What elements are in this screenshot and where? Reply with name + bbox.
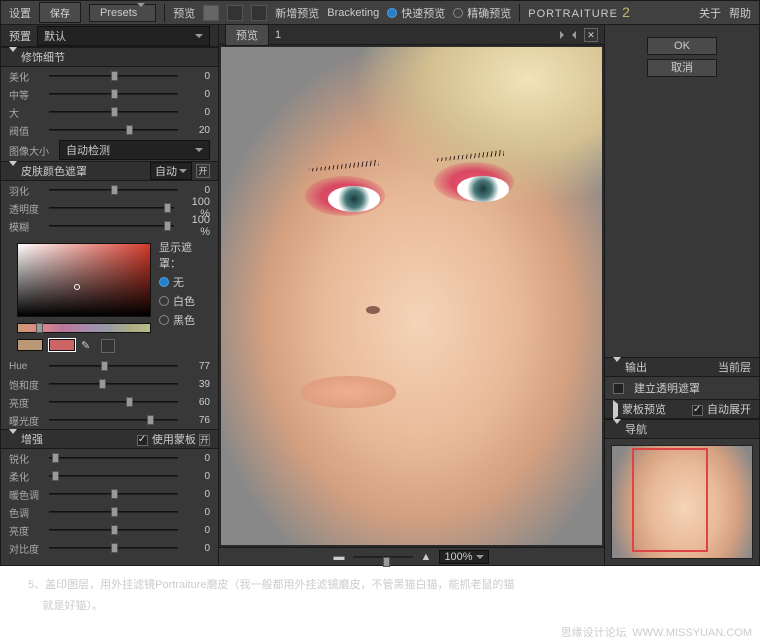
contrast-slider[interactable]: [49, 542, 178, 554]
new-preview-link[interactable]: 新增预览: [275, 5, 319, 21]
view-split-h-icon[interactable]: [227, 5, 243, 21]
brand-logo: PORTRAITURE 2: [528, 4, 631, 21]
precise-preview-radio[interactable]: 精确预览: [453, 5, 511, 21]
mask-white-radio[interactable]: 白色: [159, 293, 210, 309]
sat-slider[interactable]: [49, 378, 178, 390]
fast-preview-radio[interactable]: 快速预览: [387, 5, 445, 21]
feather-slider[interactable]: [49, 184, 178, 196]
navigator-viewport[interactable]: [632, 448, 708, 552]
top-toolbar: 设置 保存 Presets 预览 新增预览 Bracketing 快速预览 精确…: [1, 1, 759, 25]
navigator-thumbnail[interactable]: [611, 445, 753, 559]
mask-black-radio[interactable]: 黑色: [159, 312, 210, 328]
newmask-checkbox[interactable]: [613, 383, 624, 394]
hue-bar[interactable]: [17, 323, 151, 333]
help-link[interactable]: 帮助: [729, 5, 751, 21]
output-header[interactable]: 输出当前层: [605, 357, 759, 377]
sharp-slider[interactable]: [49, 452, 178, 464]
mask-none-radio[interactable]: 无: [159, 274, 210, 290]
settings-label: 设置: [9, 5, 31, 21]
cancel-button[interactable]: 取消: [647, 59, 717, 77]
preset-label: 预置: [9, 28, 31, 44]
mask-auto-dropdown[interactable]: 自动: [150, 162, 192, 180]
preview-tab[interactable]: 预览: [225, 24, 269, 46]
right-panel: OK 取消 输出当前层 建立透明遮罩 蒙板预览自动展开 导航: [604, 25, 759, 565]
zoom-dropdown[interactable]: 100%: [439, 550, 489, 564]
about-link[interactable]: 关于: [699, 5, 721, 21]
imagesize-dropdown[interactable]: 自动检测: [59, 140, 210, 160]
save-button[interactable]: 保存: [39, 2, 81, 23]
left-panel: 预置 默认 修饰细节 美化0 中等0 大0 阀值20 图像大小自动检测 皮肤颜色…: [1, 25, 219, 565]
tint-slider[interactable]: [49, 506, 178, 518]
lat-slider[interactable]: [49, 414, 178, 426]
watermark: 思缘设计论坛 WWW.MISSYUAN.COM: [0, 624, 760, 644]
zoom-out-icon[interactable]: ▬: [334, 551, 345, 563]
caption-text: 5、盖印图层，用外挂滤镜Portraiture磨皮（我一般都用外挂滤镜磨皮，不管…: [0, 566, 760, 624]
skinpv-header[interactable]: 蒙板预览自动展开: [605, 399, 759, 419]
lum-slider[interactable]: [49, 396, 178, 408]
zoom-in-icon[interactable]: ▲: [421, 551, 432, 563]
bracketing-link[interactable]: Bracketing: [327, 7, 379, 19]
fine-slider[interactable]: [49, 70, 178, 82]
color-picker-box[interactable]: [17, 243, 151, 317]
preview-area: 预览 1 ✕ ▬ ▲ 100%: [219, 25, 604, 565]
opacity-slider[interactable]: [49, 202, 174, 214]
detail-header[interactable]: 修饰细节: [1, 47, 218, 67]
swatch-1[interactable]: [17, 339, 43, 351]
swatch-2[interactable]: [49, 339, 75, 351]
preview-label: 预览: [173, 5, 195, 21]
warm-slider[interactable]: [49, 488, 178, 500]
hue-slider[interactable]: [49, 360, 178, 372]
large-slider[interactable]: [49, 106, 178, 118]
enhance-toggle[interactable]: 开: [199, 434, 210, 446]
bright-slider[interactable]: [49, 524, 178, 536]
eyedropper-icon[interactable]: ✎: [81, 339, 95, 353]
blur-slider[interactable]: [49, 220, 174, 232]
preset-dropdown[interactable]: 默认: [37, 26, 210, 46]
use-skin-checkbox[interactable]: [137, 435, 148, 446]
preview-canvas[interactable]: [221, 47, 602, 545]
medium-slider[interactable]: [49, 88, 178, 100]
autoexp-checkbox[interactable]: [692, 405, 703, 416]
close-tab-icon[interactable]: ✕: [584, 28, 598, 42]
color-tool-icon[interactable]: [101, 339, 115, 353]
threshold-slider[interactable]: [49, 124, 178, 136]
mask-toggle[interactable]: 开: [196, 164, 210, 178]
enhance-header[interactable]: 增强 使用蒙板 开: [1, 429, 218, 449]
view-split-v-icon[interactable]: [251, 5, 267, 21]
view-single-icon[interactable]: [203, 5, 219, 21]
ok-button[interactable]: OK: [647, 37, 717, 55]
zoom-slider[interactable]: [353, 556, 413, 558]
soft-slider[interactable]: [49, 470, 178, 482]
skinmask-header[interactable]: 皮肤颜色遮罩 自动开: [1, 161, 218, 181]
nav-header[interactable]: 导航: [605, 419, 759, 439]
presets-button[interactable]: Presets: [89, 4, 156, 22]
